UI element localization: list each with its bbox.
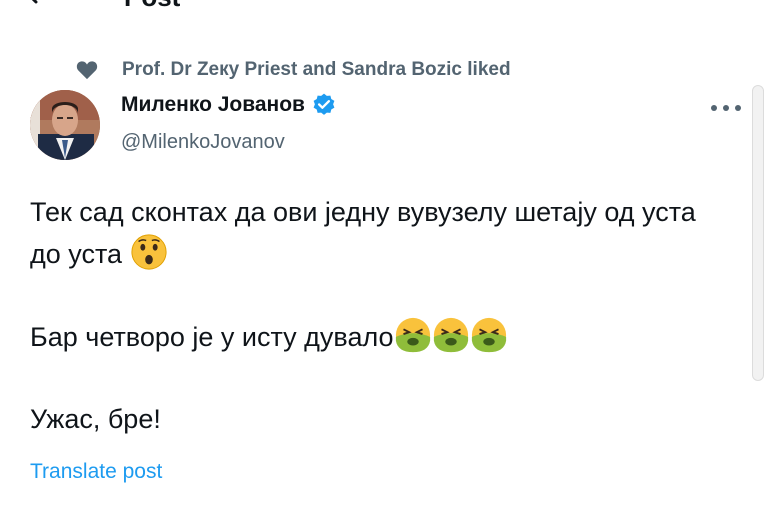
verified-badge-icon: [313, 93, 335, 115]
avatar[interactable]: [30, 90, 100, 160]
social-context-text[interactable]: Prof. Dr Zeку Priest and Sandra Bozic li…: [122, 59, 511, 81]
social-context: Prof. Dr Zeку Priest and Sandra Bozic li…: [76, 58, 511, 82]
page-title: Post: [124, 0, 180, 13]
translate-post-link[interactable]: Translate post: [30, 460, 162, 484]
post-text: Тек сад сконтах да ови једну вувузелу ше…: [30, 192, 730, 440]
author-name[interactable]: Миленко Јованов: [121, 92, 337, 118]
scrollbar[interactable]: [752, 85, 764, 381]
post-paragraph-2: Бар четворо је у исту дувало: [30, 316, 730, 358]
top-bar: Post: [0, 0, 765, 14]
more-horizontal-icon[interactable]: [709, 103, 743, 113]
author-handle[interactable]: @MilenkoJovanov: [121, 131, 285, 154]
nauseated-face-emoji: [471, 317, 506, 353]
heart-icon: [76, 61, 98, 80]
author-display-name[interactable]: Миленко Јованов: [121, 93, 305, 117]
nauseated-face-emoji: [433, 317, 468, 353]
post-paragraph-1: Тек сад сконтах да ови једну вувузелу ше…: [30, 197, 696, 270]
post-paragraph-3: Ужас, бре!: [30, 404, 161, 434]
nauseated-face-emoji: [395, 317, 430, 353]
astonished-face-emoji: [131, 234, 167, 270]
avatar-image: [30, 90, 100, 160]
arrow-left-icon[interactable]: [22, 0, 52, 8]
